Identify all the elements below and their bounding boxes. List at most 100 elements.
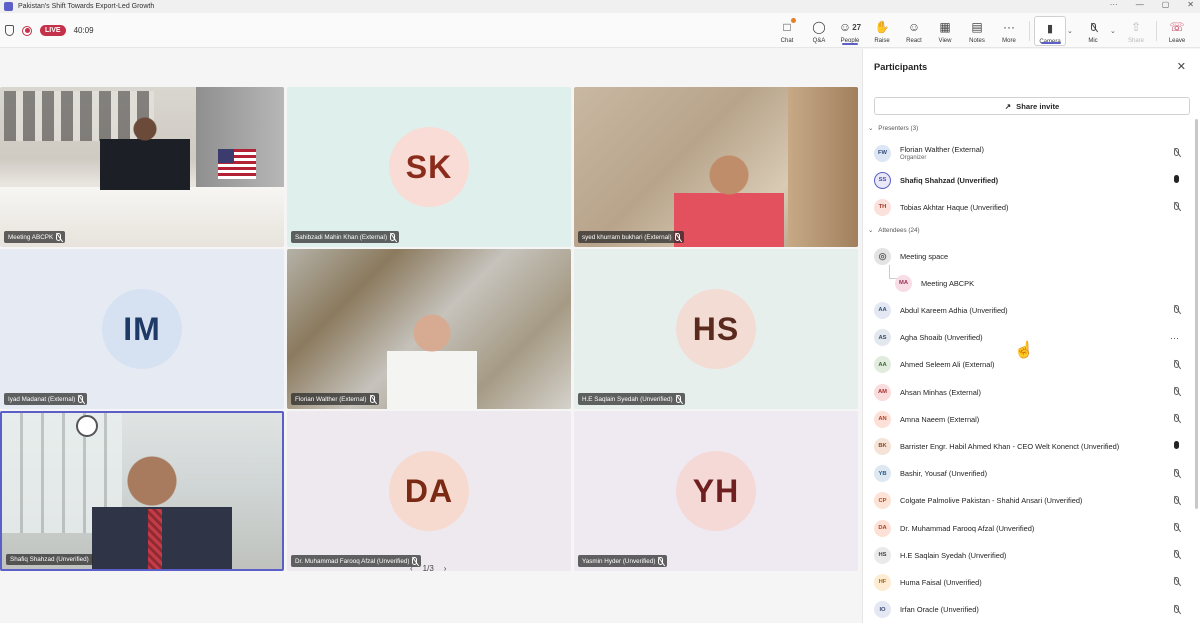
participant-avatar: IM (102, 289, 182, 369)
presenters-section-toggle[interactable]: ⌄ Presenters (3) (868, 125, 918, 132)
participant-avatar: SS (874, 171, 891, 189)
participant-row[interactable]: IO Irfan Oracle (Unverified) (874, 598, 1192, 622)
more-options-icon[interactable]: ··· (1170, 333, 1179, 343)
participant-name: Florian Walther (External) (900, 145, 984, 154)
share-button[interactable]: ⇧ Share (1120, 16, 1152, 46)
maximize-button[interactable]: ▢ (1162, 0, 1170, 9)
tile-name-tag: Iyad Madanat (External) (4, 393, 88, 405)
share-icon: ⇧ (1130, 20, 1142, 34)
page-indicator: 1/3 (422, 564, 434, 573)
mic-options-chevron-icon[interactable]: ⌄ (1110, 27, 1116, 35)
next-page-button[interactable]: › (444, 564, 447, 573)
camera-button[interactable]: ▮ Camera (1034, 16, 1066, 46)
mic-off-icon (1174, 387, 1179, 397)
video-tile[interactable]: DA Dr. Muhammad Farooq Afzal (Unverified… (287, 411, 571, 571)
video-tile[interactable]: Florian Walther (External) (287, 249, 571, 409)
participant-row[interactable]: TH Tobias Akhtar Haque (Unverified) (874, 195, 1192, 219)
participant-name: Tobias Akhtar Haque (Unverified) (900, 202, 1009, 212)
prev-page-button[interactable]: ‹ (410, 564, 413, 573)
participant-row[interactable]: AA Abdul Kareem Adhia (Unverified) (874, 298, 1192, 322)
video-tile[interactable]: YH Yasmin Hyder (Unverified) (574, 411, 858, 571)
participant-avatar: AN (874, 410, 891, 428)
raise-hand-button[interactable]: ✋ Raise (866, 16, 898, 46)
leave-button[interactable]: ☏ Leave (1161, 16, 1193, 46)
panel-scrollbar[interactable] (1195, 119, 1198, 509)
chat-button[interactable]: □ Chat (771, 16, 803, 46)
phone-hangup-icon: ☏ (1169, 20, 1185, 34)
mic-button[interactable]: Mic (1077, 16, 1109, 46)
qa-button[interactable]: ◯ Q&A (803, 16, 835, 46)
view-button[interactable]: ▦ View (929, 16, 961, 46)
notes-button[interactable]: ▤ Notes (961, 16, 993, 46)
close-panel-icon[interactable]: ✕ (1177, 60, 1186, 73)
hand-icon: ✋ (874, 20, 890, 34)
attendees-section-toggle[interactable]: ⌄ Attendees (24) (868, 227, 920, 234)
window-more-button[interactable]: ··· (1110, 0, 1118, 9)
tile-name-tag: H.E Saqlain Syedah (Unverified) (578, 393, 685, 405)
participant-name: Huma Faisal (Unverified) (900, 577, 982, 587)
meeting-toolbar: LIVE 40:09 □ Chat ◯ Q&A ☺ 27 People ✋ Rai… (0, 13, 1200, 48)
video-tile[interactable]: Meeting ABCPK (0, 87, 284, 247)
shield-icon[interactable] (5, 25, 14, 36)
mic-off-icon (675, 395, 681, 403)
participant-name: Bashir, Yousaf (Unverified) (900, 469, 988, 479)
participant-avatar: BK (874, 437, 891, 455)
mic-off-icon (1174, 414, 1179, 424)
participant-row[interactable]: YB Bashir, Yousaf (Unverified) (874, 462, 1192, 486)
participant-avatar: AS (874, 329, 891, 347)
participant-row[interactable]: FW Florian Walther (External) Organizer (874, 141, 1192, 165)
video-tile[interactable]: IM Iyad Madanat (External) (0, 249, 284, 409)
participant-row[interactable]: BK Barrister Engr. Habil Ahmed Khan - CEO… (874, 434, 1192, 458)
participant-name: Meeting space (900, 251, 949, 261)
participant-name: Ahsan Minhas (External) (900, 387, 981, 397)
people-icon: ☺ 27 (838, 20, 862, 34)
participant-avatar: HF (874, 573, 891, 591)
mic-off-icon (78, 395, 84, 403)
participant-avatar: DA (874, 519, 891, 537)
participant-avatar: YH (676, 451, 756, 531)
share-invite-button[interactable]: ↗ Share invite (874, 97, 1190, 115)
video-stage: Meeting ABCPK SK Sahibzadi Mahin Khan (E… (0, 49, 862, 623)
share-icon: ↗ (1004, 101, 1012, 111)
live-badge: LIVE (40, 25, 66, 36)
video-tile[interactable]: syed khurram bukhari (External) (574, 87, 858, 247)
mic-off-icon (390, 233, 396, 241)
video-tile[interactable]: SK Sahibzadi Mahin Khan (External) (287, 87, 571, 247)
participant-row[interactable]: DA Dr. Muhammad Farooq Afzal (Unverified) (874, 516, 1192, 540)
participant-row[interactable]: MA Meeting ABCPK (895, 271, 1200, 295)
people-button[interactable]: ☺ 27 People (834, 16, 866, 46)
mic-off-icon (658, 557, 664, 565)
people-count: 27 (852, 22, 862, 32)
participant-row[interactable]: ◎ Meeting space (874, 244, 1192, 268)
mic-off-icon (674, 233, 680, 241)
minimize-button[interactable]: — (1136, 0, 1144, 9)
participant-name: Agha Shoaib (Unverified) (900, 333, 983, 343)
grid-icon: ▦ (939, 20, 951, 34)
participant-row[interactable]: AN Amna Naeem (External) (874, 407, 1192, 431)
video-tile[interactable]: HS H.E Saqlain Syedah (Unverified) (574, 249, 858, 409)
participant-avatar: IO (874, 601, 891, 619)
mic-off-icon (1174, 202, 1179, 212)
tile-name-tag: Dr. Muhammad Farooq Afzal (Unverified) (291, 555, 422, 567)
mic-off-icon (1174, 148, 1179, 158)
participant-avatar: AM (874, 383, 891, 401)
video-tile-active-speaker[interactable]: Shafiq Shahzad (Unverified) (0, 411, 284, 571)
camera-options-chevron-icon[interactable]: ⌄ (1067, 27, 1073, 35)
mic-off-icon (1174, 550, 1179, 560)
mic-off-icon (1174, 604, 1179, 615)
participant-row[interactable]: HS H.E Saqlain Syedah (Unverified) (874, 543, 1192, 567)
mic-off-icon (1174, 495, 1179, 506)
participant-row[interactable]: AM Ahsan Minhas (External) (874, 380, 1192, 404)
participant-row[interactable]: SS Shafiq Shahzad (Unverified) (874, 168, 1192, 192)
react-button[interactable]: ☺ React (898, 16, 930, 46)
close-window-button[interactable]: ✕ (1187, 0, 1194, 9)
tile-name-tag: Shafiq Shahzad (Unverified) (6, 554, 93, 565)
more-button[interactable]: ··· More (993, 16, 1025, 46)
participant-row[interactable]: CP Colgate Palmolive Pakistan - Shahid An… (874, 489, 1192, 513)
participants-panel: Participants ✕ ↗ Share invite ⌄ Presente… (862, 49, 1200, 623)
smile-icon: ☺ (907, 20, 921, 34)
participant-name: Ahmed Seleem Ali (External) (900, 360, 995, 370)
participant-name: Dr. Muhammad Farooq Afzal (Unverified) (900, 523, 1035, 533)
participant-row[interactable]: HF Huma Faisal (Unverified) (874, 570, 1192, 594)
mic-off-icon (1085, 19, 1101, 35)
